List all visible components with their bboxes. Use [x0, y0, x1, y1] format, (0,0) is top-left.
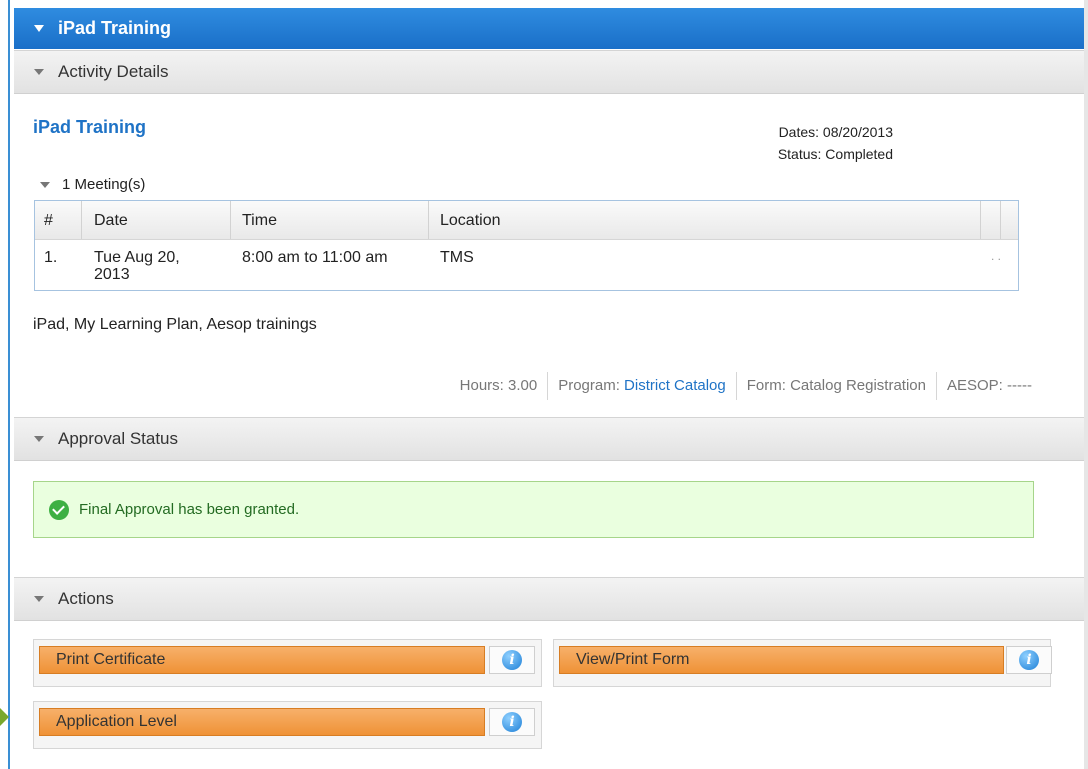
row-date-line1: Tue Aug 20,	[94, 249, 180, 266]
application-level-button[interactable]: Application Level	[39, 708, 485, 736]
print-certificate-info[interactable]: i	[489, 646, 535, 674]
form-name: Form: Catalog Registration	[746, 376, 926, 394]
collapse-triangle-icon[interactable]	[40, 181, 50, 188]
column-divider	[980, 201, 981, 239]
activity-title[interactable]: iPad Training	[33, 117, 146, 138]
approval-message: Final Approval has been granted.	[79, 501, 300, 518]
view-print-form-button[interactable]: View/Print Form	[559, 646, 1004, 674]
status-value: Completed	[825, 146, 893, 162]
application-level-info[interactable]: i	[489, 708, 535, 736]
meetings-table: # Date Time Location 1. Tue Aug 20, 2013…	[34, 200, 1019, 291]
panel-title: iPad Training	[58, 18, 172, 38]
collapse-triangle-icon[interactable]	[34, 436, 44, 442]
row-location: TMS	[440, 249, 474, 266]
activity-meta: Hours: 3.00 Program: District Catalog Form…	[200, 372, 1032, 400]
section-title: Approval Status	[58, 429, 179, 448]
action-print-certificate: Print Certificate i	[33, 639, 542, 687]
left-border	[8, 0, 10, 769]
column-divider	[428, 201, 429, 239]
view-print-form-info[interactable]: i	[1006, 646, 1052, 674]
meetings-count: 1 Meeting(s)	[62, 176, 146, 193]
dates-label: Dates:	[778, 124, 820, 140]
check-circle-icon	[49, 499, 69, 520]
meta-divider	[735, 372, 737, 400]
info-icon[interactable]: i	[502, 712, 522, 732]
pointer-arrow-icon	[0, 708, 9, 726]
approval-message-box: Final Approval has been granted.	[33, 481, 1034, 538]
column-divider	[230, 201, 231, 239]
action-view-print-form: View/Print Form i	[553, 639, 1052, 687]
section-header-approval-status[interactable]: Approval Status	[14, 417, 1084, 461]
row-number: 1.	[44, 249, 58, 266]
meta-divider	[936, 372, 937, 400]
meta-divider	[547, 372, 549, 400]
info-icon[interactable]: i	[1019, 650, 1039, 670]
row-date: Tue Aug 20, 2013	[94, 249, 180, 283]
program-label: Program:	[558, 376, 620, 394]
table-header	[35, 201, 1018, 240]
info-icon[interactable]: i	[502, 650, 522, 670]
status-label: Status:	[777, 146, 822, 162]
section-title: Actions	[58, 589, 114, 608]
aesop: AESOP: -----	[947, 376, 1032, 394]
row-extra: . .	[991, 249, 1002, 263]
row-time: 8:00 am to 11:00 am	[242, 249, 388, 266]
activity-description: iPad, My Learning Plan, Aesop trainings	[33, 316, 317, 333]
column-header-location[interactable]: Location	[440, 212, 501, 230]
section-title: Activity Details	[58, 62, 169, 81]
panel-header[interactable]: iPad Training	[14, 8, 1084, 49]
hours: Hours: 3.00	[459, 376, 538, 394]
section-header-actions[interactable]: Actions	[14, 577, 1084, 621]
column-header-number[interactable]: #	[44, 212, 53, 230]
program-link[interactable]: District Catalog	[624, 377, 726, 394]
meetings-toggle[interactable]: 1 Meeting(s)	[40, 176, 145, 193]
column-divider	[81, 201, 82, 239]
collapse-triangle-icon[interactable]	[34, 596, 44, 602]
collapse-triangle-icon[interactable]	[34, 25, 44, 32]
action-application-level: Application Level i	[33, 701, 542, 749]
column-divider	[1000, 201, 1001, 239]
scrollbar-edge	[1084, 0, 1088, 769]
print-certificate-button[interactable]: Print Certificate	[39, 646, 485, 674]
section-header-activity-details[interactable]: Activity Details	[14, 50, 1084, 94]
row-date-line2: 2013	[94, 266, 130, 283]
column-header-time[interactable]: Time	[242, 212, 277, 230]
column-header-date[interactable]: Date	[94, 212, 128, 230]
collapse-triangle-icon[interactable]	[34, 69, 44, 75]
dates-value: 08/20/2013	[822, 124, 893, 140]
activity-dates-status: Dates: 08/20/2013 Status: Completed	[700, 118, 893, 162]
